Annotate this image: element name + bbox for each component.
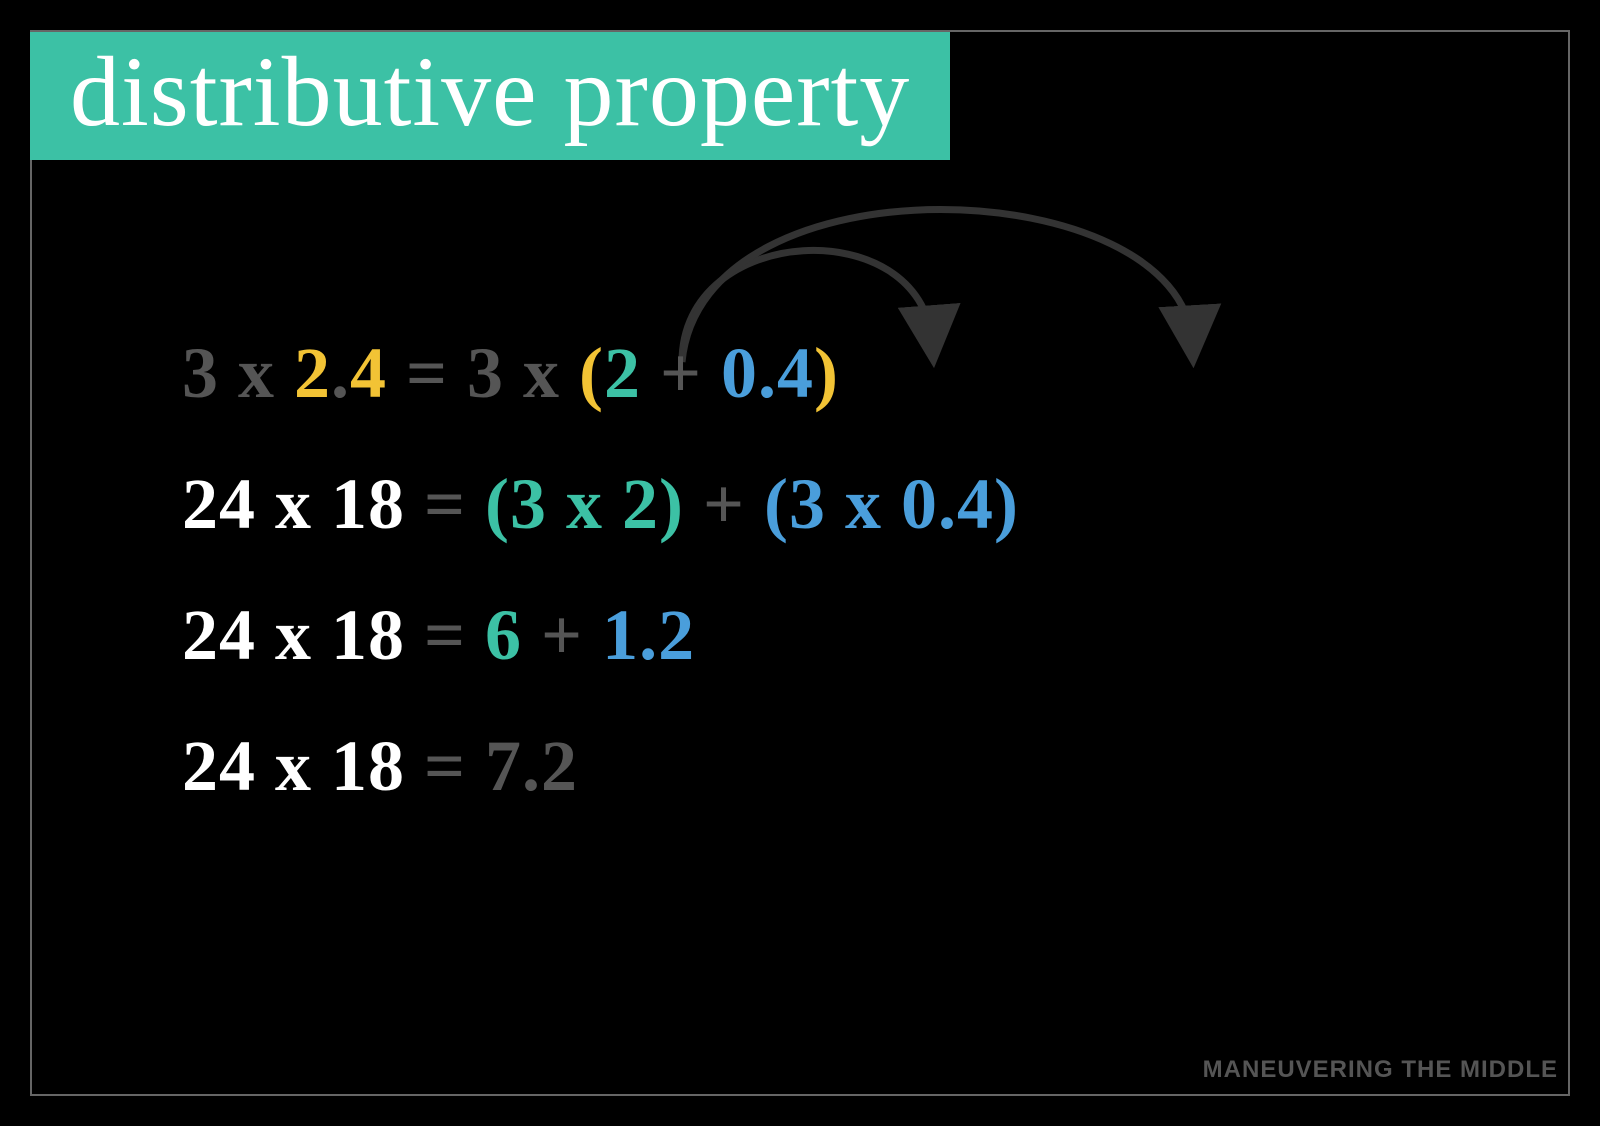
title-text: distributive property [70,36,910,147]
token: = [424,726,485,806]
token: 24 x 18 [182,595,424,675]
slide-frame: distributive property 3 x 2.4 = 3 x (2 +… [30,30,1570,1096]
token: + [684,464,764,544]
token: 6 [485,595,522,675]
equation-line-3: 24 x 18 = 6 + 1.2 [182,594,1488,677]
token: ) [814,333,839,413]
equation-line-1: 3 x 2.4 = 3 x (2 + 0.4) [182,332,1488,415]
token: x [523,333,579,413]
token: = [424,464,485,544]
title-bar: distributive property [30,32,950,160]
token: 7.2 [485,726,578,806]
token: ( [579,333,604,413]
token: 0.4 [721,333,814,413]
token: + [641,333,721,413]
token: (3 x 2) [485,464,684,544]
equation-block: 3 x 2.4 = 3 x (2 + 0.4) 24 x 18 = (3 x 2… [182,332,1488,856]
token: 24 x 18 [182,464,424,544]
token: 1.2 [602,595,695,675]
token: = [387,333,467,413]
token: 24 x 18 [182,726,424,806]
token: = [424,595,485,675]
equation-line-4: 24 x 18 = 7.2 [182,725,1488,808]
token: + [522,595,602,675]
token: 3 [467,333,523,413]
watermark-text: MANEUVERING THE MIDDLE [1203,1056,1558,1083]
equation-line-2: 24 x 18 = (3 x 2) + (3 x 0.4) [182,463,1488,546]
token: 2 [294,333,331,413]
token: . [331,333,350,413]
token: 3 x [182,333,294,413]
token: 2 [604,333,641,413]
watermark: MANEUVERING THE MIDDLE [1203,1056,1558,1084]
token: 4 [350,333,387,413]
token: (3 x 0.4) [764,464,1019,544]
